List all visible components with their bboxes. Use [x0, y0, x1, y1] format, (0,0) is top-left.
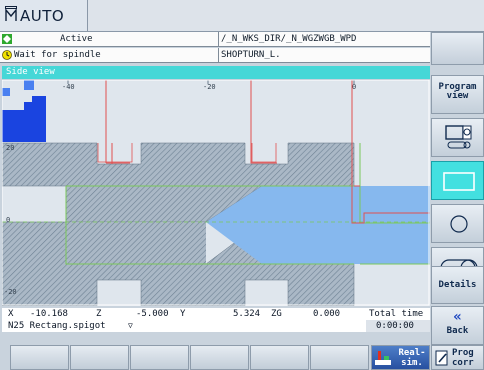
- bottom-softkey-2[interactable]: [70, 345, 129, 370]
- status-message: Wait for spindle: [14, 50, 101, 60]
- prog-corr-icon: [435, 350, 448, 366]
- prog-corr-button[interactable]: Prog corr: [431, 345, 484, 370]
- header-bar: [88, 0, 484, 32]
- real-sim-icon: [375, 351, 391, 365]
- y-tick-label: -20: [4, 288, 17, 296]
- program-name: SHOPTURN_L.: [221, 50, 281, 60]
- z-axis-label: Z: [96, 309, 102, 319]
- y-tick-label: 0: [6, 216, 11, 224]
- x-tick-label: -20: [203, 83, 216, 91]
- side-view-button[interactable]: [431, 161, 484, 200]
- prog-corr-label: Prog corr: [452, 348, 474, 368]
- tool-marker: [2, 80, 46, 142]
- channel-status-row: Active /_N_WKS_DIR/_N_WGZWGB_WPD: [0, 32, 430, 47]
- y-value: 5.324: [233, 309, 261, 319]
- machine-mode-icon: [5, 6, 17, 21]
- total-time-value: 0:00:00: [376, 321, 414, 331]
- message-status-row: Wait for spindle SHOPTURN_L.: [0, 48, 430, 63]
- y-axis-label: Y: [180, 309, 186, 319]
- view-title: Side view: [2, 66, 430, 79]
- side-view-canvas: [2, 80, 430, 306]
- back-button[interactable]: « Back: [431, 306, 484, 345]
- 3d-view-icon: [445, 125, 472, 149]
- bottom-softkey-5[interactable]: [250, 345, 309, 370]
- x-value: -10.168: [30, 309, 68, 319]
- bottom-softkey-1[interactable]: [10, 345, 69, 370]
- x-axis-label: X: [8, 309, 14, 319]
- z-value: -5.000: [136, 309, 169, 319]
- triangle-down-icon[interactable]: ▽: [128, 320, 133, 332]
- details-button[interactable]: Details: [431, 266, 484, 304]
- program-view-label: Program view: [438, 82, 477, 101]
- real-sim-label: Real- sim.: [398, 348, 426, 368]
- 3d-view-button[interactable]: [431, 118, 484, 157]
- zg-value: 0.000: [313, 309, 341, 319]
- real-sim-button[interactable]: Real- sim.: [371, 345, 430, 370]
- zg-axis-label: ZG: [271, 309, 282, 319]
- mode-label: AUTO: [20, 7, 65, 25]
- back-label: Back: [446, 326, 469, 336]
- channel-active-icon: [2, 34, 12, 44]
- face-view-icon: [450, 215, 468, 233]
- y-tick-label: 20: [6, 144, 15, 152]
- channel-state: Active: [60, 34, 93, 44]
- x-tick-label: 0: [352, 83, 357, 91]
- details-label: Details: [438, 280, 477, 290]
- x-tick-label: -40: [62, 83, 75, 91]
- program-view-button[interactable]: Program view: [431, 75, 484, 114]
- softkey-blank-1[interactable]: [431, 32, 484, 65]
- total-time-label: Total time: [369, 309, 424, 319]
- position-row: X -10.168 Z -5.000 Y 5.324 ZG 0.000 Tota…: [2, 308, 430, 320]
- simulation-graphic: -40 -20 0 20 0 -20: [2, 80, 430, 306]
- current-block: N25 Rectang.spigot: [8, 321, 106, 331]
- bottom-softkey-4[interactable]: [190, 345, 249, 370]
- bottom-softkey-3[interactable]: [130, 345, 189, 370]
- side-view-icon: [443, 172, 475, 191]
- mode-panel: AUTO: [0, 0, 88, 32]
- block-row: N25 Rectang.spigot ▽ 0:00:00: [2, 320, 430, 332]
- wait-clock-icon: [2, 50, 12, 60]
- program-path: /_N_WKS_DIR/_N_WGZWGB_WPD: [221, 34, 357, 44]
- bottom-softkey-6[interactable]: [310, 345, 369, 370]
- face-view-button[interactable]: [431, 204, 484, 243]
- back-chevron-icon: «: [453, 309, 462, 325]
